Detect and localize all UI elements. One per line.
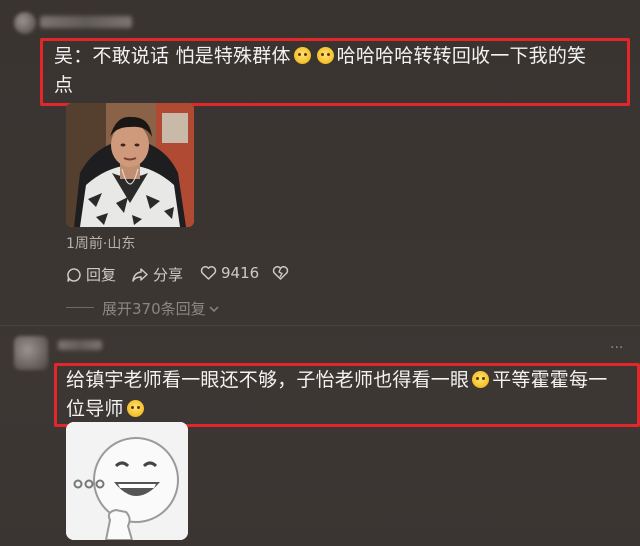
user-avatar-2[interactable] [14,336,48,370]
reply-icon [67,267,81,282]
comment-2-text-line-2: 位导师 [66,398,124,420]
smirk-emoji-icon [126,400,144,417]
share-icon [132,267,148,282]
comment-1-photo[interactable] [66,103,194,227]
heart-icon [200,266,217,280]
grimace-emoji-icon [293,47,311,64]
like-count: 9416 [221,264,260,282]
grimace-emoji-icon [316,47,334,64]
share-button[interactable]: 分享 [131,264,183,285]
username-2[interactable] [58,340,102,350]
expand-replies-button[interactable]: 展开370条回复 [102,298,220,319]
more-options-button[interactable]: ··· [610,340,623,356]
comment-divider [0,325,640,326]
reply-label: 回复 [86,266,117,284]
man-photo-image [66,103,194,227]
comment-2-text-part-b: 平等霍霍每一 [492,369,608,391]
comment-1-text: 吴：不敢说话 怕是特殊群体 哈哈哈哈转转回收一下我的笑 点 [54,42,618,100]
reply-button[interactable]: 回复 [66,264,116,285]
comment-1-text-part-b: 哈哈哈哈转转回收一下我的笑 [336,45,587,67]
share-label: 分享 [153,266,184,284]
thinking-face-sticker-icon [66,422,188,540]
comment-1-meta: 1周前·山东 [66,236,136,252]
smirk-emoji-icon [472,371,490,388]
expand-replies-label: 展开370条回复 [102,300,206,318]
broken-heart-icon [272,266,289,280]
comment-1-text-line-2: 点 [54,74,74,96]
comment-2-text: 给镇宇老师看一眼还不够，子怡老师也得看一眼 平等霍霍每一 位导师 [66,366,626,424]
comment-2-text-part-a: 给镇宇老师看一眼还不够，子怡老师也得看一眼 [66,369,470,391]
user-avatar-1[interactable] [14,12,36,34]
comment-1-text-part-a: 吴：不敢说话 怕是特殊群体 [54,45,291,67]
dislike-button[interactable] [272,265,289,285]
username-1[interactable] [40,16,132,28]
chevron-down-icon [209,305,219,312]
comment-2-sticker[interactable] [66,422,188,540]
like-button[interactable]: 9416 [200,264,259,282]
expand-replies-divider [66,307,94,308]
